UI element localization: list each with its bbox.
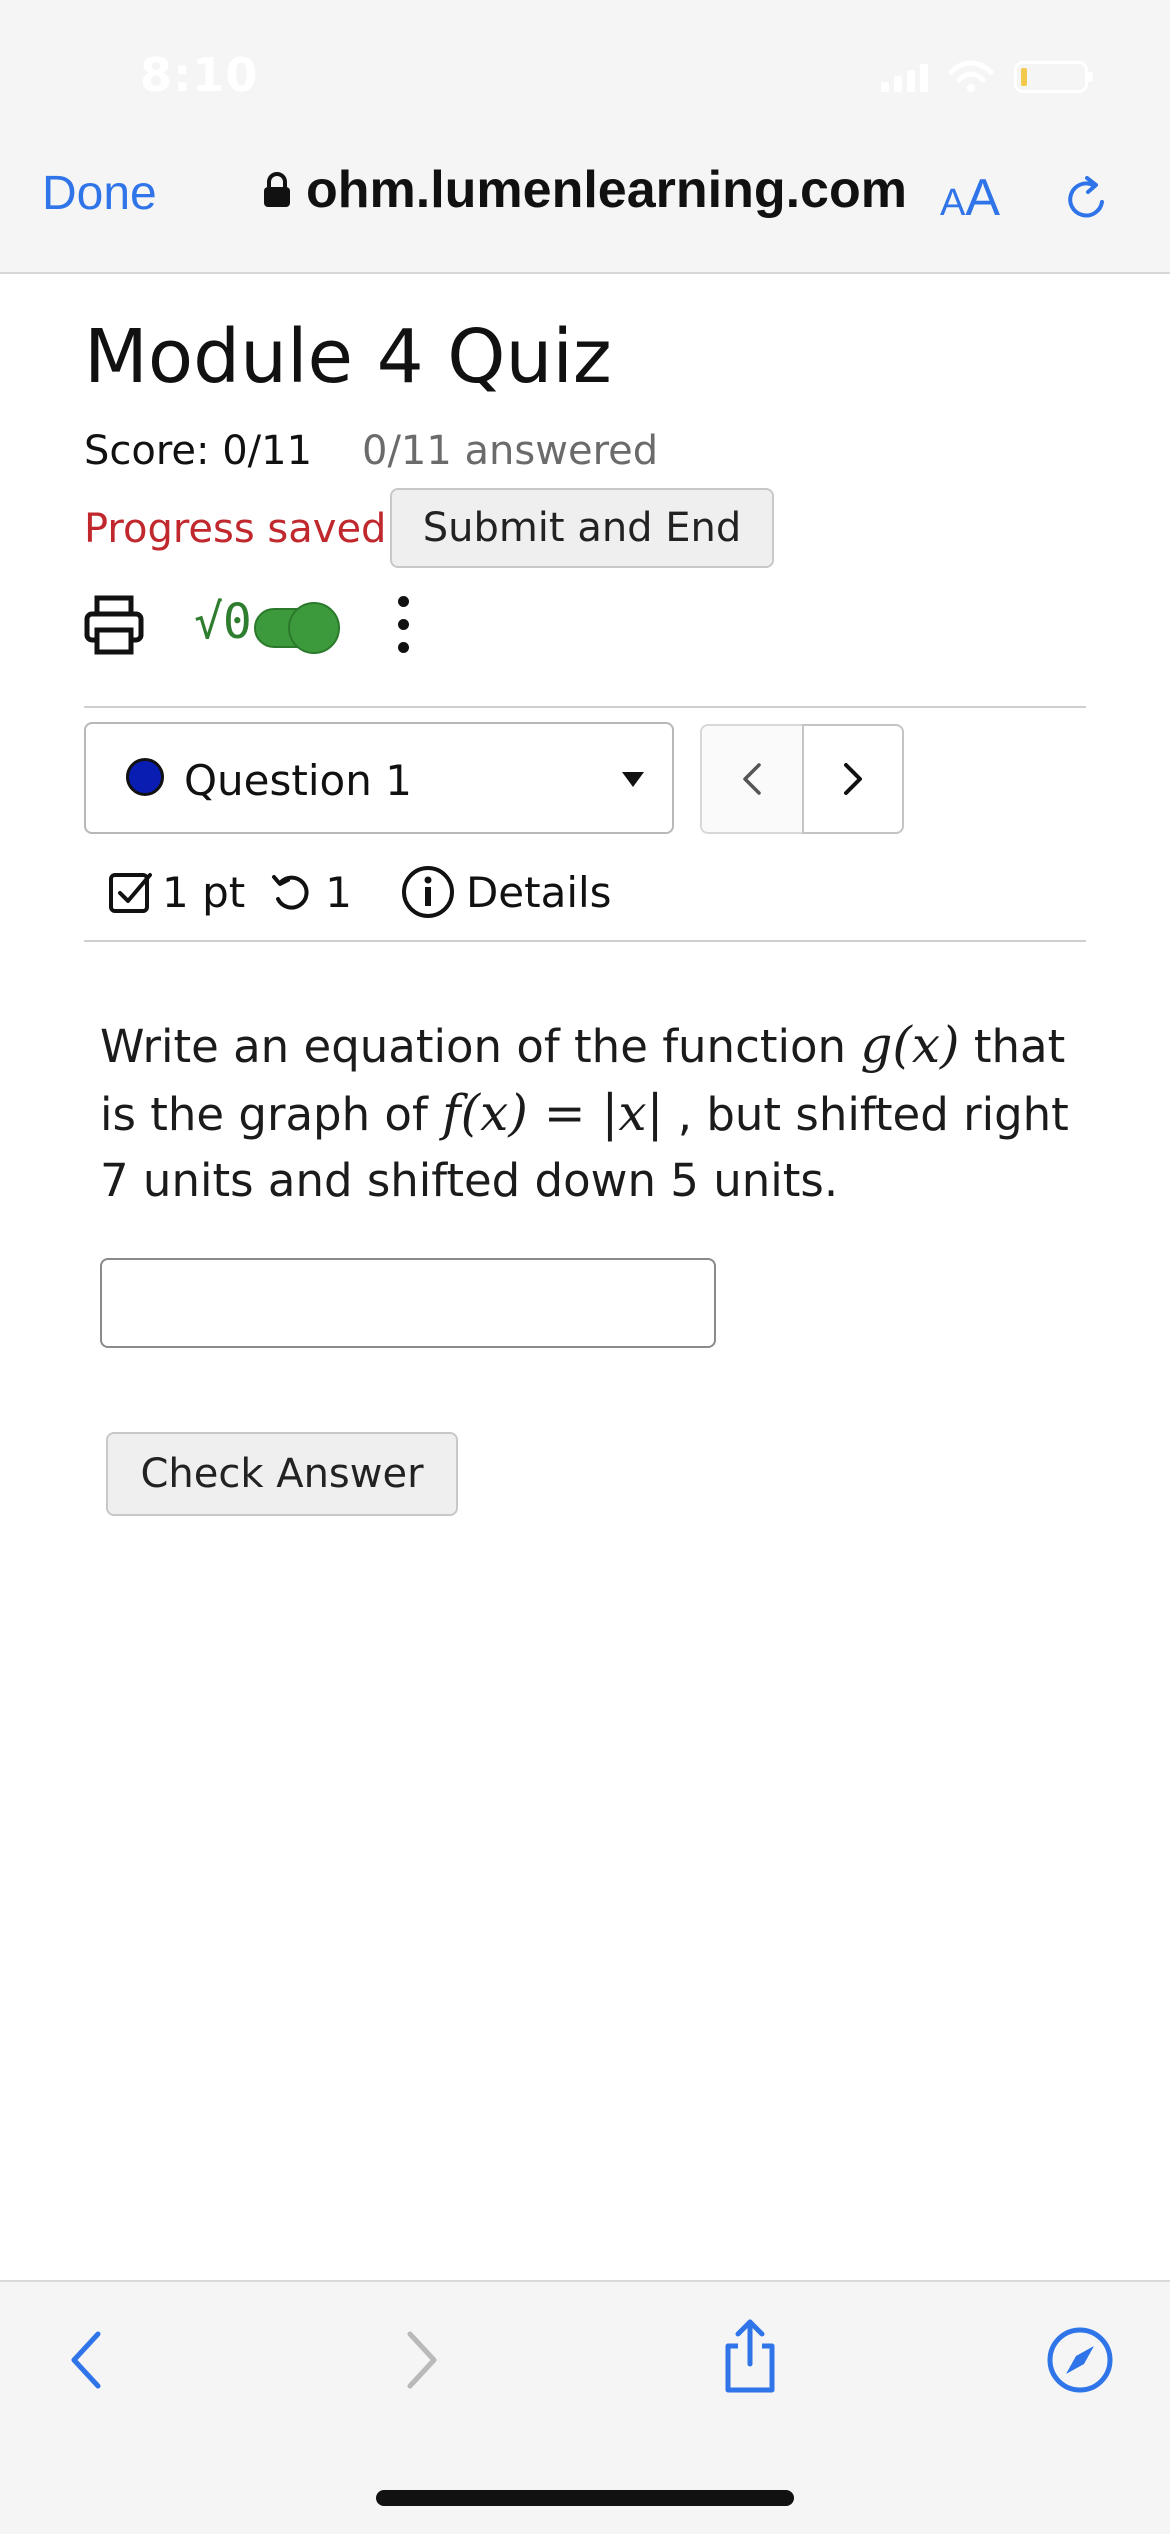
chevron-right-icon bbox=[844, 763, 862, 795]
math-entry-toggle-label: √0 bbox=[194, 594, 252, 650]
lock-icon bbox=[264, 172, 290, 207]
checkbox-icon bbox=[109, 873, 152, 913]
score-text: Score: 0/11 bbox=[84, 428, 313, 474]
browser-top-bar bbox=[0, 0, 1170, 274]
attempts-text: 1 bbox=[325, 867, 352, 917]
print-icon[interactable] bbox=[84, 594, 144, 660]
home-indicator bbox=[376, 2490, 794, 2506]
progress-saved-text: Progress saved bbox=[84, 506, 387, 552]
toggle-knob bbox=[288, 602, 340, 654]
answer-input[interactable] bbox=[100, 1258, 716, 1348]
wifi-icon bbox=[948, 60, 994, 92]
battery-icon bbox=[1014, 61, 1093, 93]
details-label: Details bbox=[465, 867, 612, 917]
math-entry-toggle[interactable] bbox=[254, 602, 340, 654]
next-question-button[interactable] bbox=[802, 724, 904, 834]
done-button[interactable]: Done bbox=[42, 166, 157, 221]
math-g-of-x: g(x) bbox=[860, 1016, 960, 1074]
retry-icon bbox=[272, 875, 309, 910]
math-f-of-x: f(x) = |x| bbox=[442, 1084, 664, 1142]
caret-down-icon bbox=[622, 772, 644, 787]
address-bar[interactable]: ohm.lumenlearning.com bbox=[262, 160, 907, 220]
divider bbox=[84, 706, 1086, 708]
reload-icon[interactable] bbox=[1060, 172, 1114, 230]
info-icon bbox=[401, 866, 454, 918]
status-time: 8:10 bbox=[140, 48, 259, 102]
answered-count: 0/11 answered bbox=[362, 428, 659, 474]
page-title: Module 4 Quiz bbox=[84, 314, 612, 400]
check-answer-button[interactable]: Check Answer bbox=[106, 1432, 458, 1516]
question-text: Write an equation of the function g(x) t… bbox=[100, 1016, 1069, 1207]
details-toggle[interactable]: Details bbox=[400, 864, 612, 920]
status-icons bbox=[881, 60, 1093, 94]
chevron-left-icon bbox=[743, 763, 761, 795]
previous-question-button[interactable] bbox=[700, 724, 802, 834]
more-options-icon[interactable] bbox=[398, 596, 409, 653]
share-icon[interactable] bbox=[718, 2316, 782, 2400]
back-icon[interactable] bbox=[64, 2328, 108, 2396]
points-text: 1 pt bbox=[162, 867, 246, 917]
cellular-signal-icon bbox=[881, 62, 928, 92]
compass-icon[interactable] bbox=[1046, 2326, 1114, 2398]
text-size-button[interactable]: AA bbox=[940, 168, 1000, 228]
question-meta: 1 pt 1 Details bbox=[108, 864, 612, 920]
forward-icon[interactable] bbox=[400, 2328, 444, 2396]
submit-and-end-button[interactable]: Submit and End bbox=[390, 488, 774, 568]
question-status-dot bbox=[126, 758, 164, 796]
question-select-value: Question 1 bbox=[184, 756, 412, 805]
url-text: ohm.lumenlearning.com bbox=[306, 161, 907, 219]
divider bbox=[84, 940, 1086, 942]
